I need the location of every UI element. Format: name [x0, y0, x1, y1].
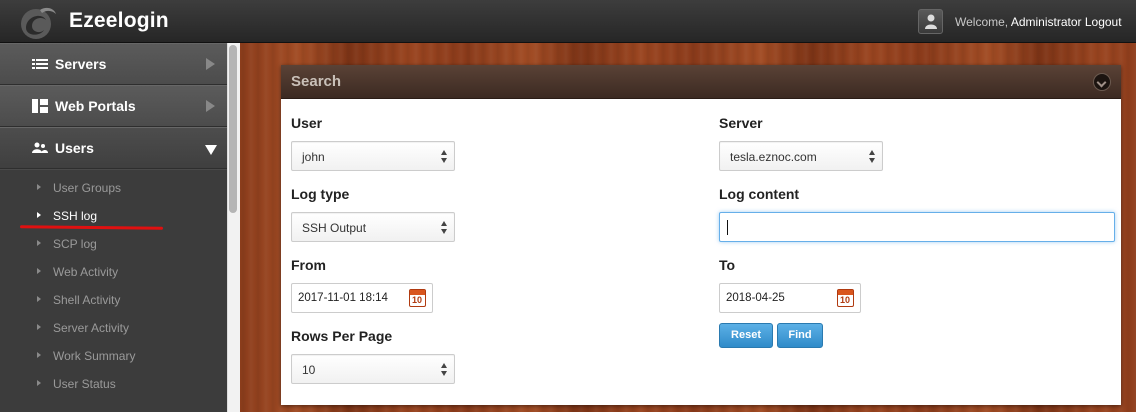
list-icon	[32, 59, 48, 69]
to-date-input[interactable]: 2018-04-25 10	[719, 283, 861, 313]
from-label: From	[291, 257, 326, 273]
welcome-label: Welcome,	[955, 15, 1009, 29]
chevron-down-icon	[205, 145, 217, 155]
submenu-item-label: SCP log	[53, 237, 97, 251]
to-label: To	[719, 257, 736, 273]
server-select[interactable]: tesla.eznoc.com	[719, 141, 883, 171]
submenu-item-server-activity[interactable]: Server Activity	[0, 315, 227, 343]
select-arrows-icon	[441, 221, 448, 235]
submenu-item-label: User Status	[53, 377, 116, 391]
log-type-select-value: SSH Output	[302, 221, 367, 235]
submenu-item-web-activity[interactable]: Web Activity	[0, 259, 227, 287]
portal-icon	[32, 99, 48, 113]
find-button[interactable]: Find	[777, 323, 823, 348]
user-select-value: john	[302, 150, 325, 164]
submenu-item-label: User Groups	[53, 181, 122, 195]
rows-per-page-label: Rows Per Page	[291, 328, 393, 344]
user-select[interactable]: john	[291, 141, 455, 171]
user-link[interactable]: Administrator	[1011, 15, 1082, 29]
bullet-icon	[37, 296, 41, 302]
log-type-label: Log type	[291, 186, 350, 202]
submenu-item-label: Shell Activity	[53, 293, 121, 307]
select-arrows-icon	[441, 150, 448, 164]
log-content-input[interactable]	[719, 212, 1115, 242]
ezeelogin-logo-icon[interactable]	[16, 4, 58, 40]
sidebar-item-label: Servers	[55, 56, 107, 72]
sidebar-item-users[interactable]: Users	[0, 127, 227, 169]
submenu-item-scp-log[interactable]: SCP log	[0, 231, 227, 259]
submenu-item-user-groups[interactable]: User Groups	[0, 175, 227, 203]
sidebar-item-label: Users	[55, 140, 94, 156]
submenu-item-label: Server Activity	[53, 321, 130, 335]
bullet-icon	[37, 212, 41, 218]
select-arrows-icon	[869, 150, 876, 164]
text-caret	[727, 220, 728, 235]
reset-button[interactable]: Reset	[719, 323, 773, 348]
user-label: User	[291, 115, 323, 131]
from-date-value: 2017-11-01 18:14	[298, 292, 388, 304]
sidebar-item-web-portals[interactable]: Web Portals	[0, 85, 227, 127]
bullet-icon	[37, 240, 41, 246]
submenu-item-work-summary[interactable]: Work Summary	[0, 343, 227, 371]
rows-per-page-value: 10	[302, 363, 316, 377]
users-submenu: User Groups SSH log SCP log Web Activity…	[0, 170, 227, 412]
log-type-select[interactable]: SSH Output	[291, 212, 455, 242]
panel-title: Search	[291, 73, 342, 90]
calendar-icon[interactable]: 10	[837, 289, 854, 307]
to-date-value: 2018-04-25	[726, 292, 785, 304]
submenu-item-label: SSH log	[53, 209, 98, 223]
bullet-icon	[37, 324, 41, 330]
submenu-item-shell-activity[interactable]: Shell Activity	[0, 287, 227, 315]
submenu-item-user-status[interactable]: User Status	[0, 371, 227, 399]
bullet-icon	[37, 268, 41, 274]
rows-per-page-select[interactable]: 10	[291, 354, 455, 384]
users-icon	[32, 142, 48, 153]
submenu-item-label: Work Summary	[53, 349, 136, 363]
sidebar-item-servers[interactable]: Servers	[0, 43, 227, 85]
top-navbar: Ezeelogin Welcome, Administrator Logout	[0, 0, 1136, 43]
chevron-right-icon	[206, 100, 215, 112]
bullet-icon	[37, 184, 41, 190]
submenu-item-label: Web Activity	[53, 265, 119, 279]
bullet-icon	[37, 380, 41, 386]
collapse-chevron-icon[interactable]	[1093, 73, 1111, 91]
select-arrows-icon	[441, 363, 448, 377]
server-select-value: tesla.eznoc.com	[730, 150, 817, 164]
logout-link[interactable]: Logout	[1085, 15, 1122, 29]
sidebar-scrollbar-thumb[interactable]	[229, 45, 237, 213]
user-avatar-icon[interactable]	[918, 9, 943, 34]
chevron-right-icon	[206, 58, 215, 70]
brand-title[interactable]: Ezeelogin	[69, 9, 169, 33]
bullet-icon	[37, 352, 41, 358]
welcome-text: Welcome, Administrator Logout	[955, 15, 1122, 29]
panel-header: Search	[281, 65, 1121, 99]
sidebar-item-label: Web Portals	[55, 98, 136, 114]
server-label: Server	[719, 115, 763, 131]
calendar-icon[interactable]: 10	[409, 289, 426, 307]
log-content-label: Log content	[719, 186, 800, 202]
search-panel: Search User john Log type SSH Output Fro…	[281, 65, 1121, 405]
from-date-input[interactable]: 2017-11-01 18:14 10	[291, 283, 433, 313]
